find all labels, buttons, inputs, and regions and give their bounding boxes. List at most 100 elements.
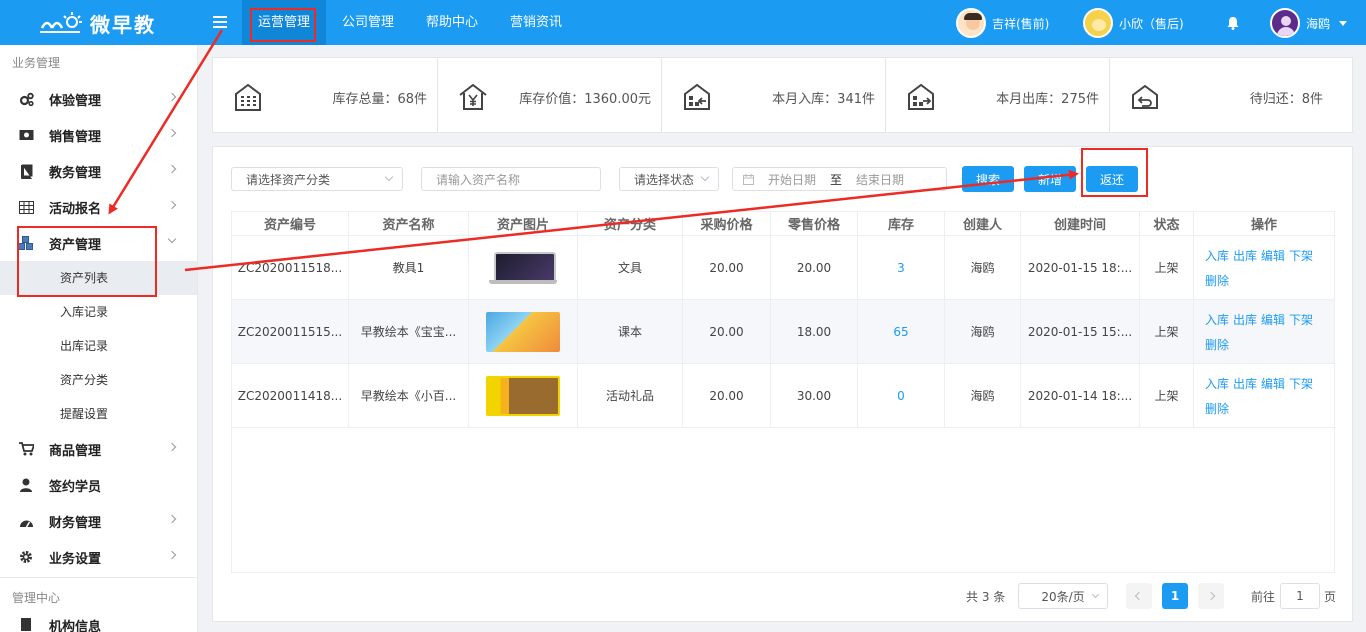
logo-icon [40,12,82,33]
chevron-right-icon [167,442,177,452]
stock-link[interactable]: 3 [858,236,945,299]
sidebar-subitem-asset-category[interactable]: 资产分类 [0,363,197,397]
stock-link[interactable]: 65 [858,300,945,363]
user-name: 海鸥 [1306,16,1331,31]
logo[interactable]: 微早教 [38,8,156,38]
avatar [1083,8,1113,38]
outbound-link[interactable]: 出库 [1233,247,1257,264]
top-nav: 运营管理 公司管理 帮助中心 营销资讯 [242,0,578,45]
sidebar-item-label: 教务管理 [49,165,102,181]
sidebar-item-label: 体验管理 [49,93,102,109]
sidebar-item-label: 资产管理 [49,237,102,253]
edit-link[interactable]: 编辑 [1261,375,1285,392]
yen-house-icon [459,83,487,110]
status: 上架 [1140,364,1194,427]
inbound-link[interactable]: 入库 [1205,247,1229,264]
sidebar-subitem-asset-list[interactable]: 资产列表 [0,261,197,295]
sidebar-item-label: 销售管理 [49,129,102,145]
category-select-value: 请选择资产分类 [246,172,331,187]
col-asset-code: 资产编号 [232,212,349,235]
aftersales-contact[interactable]: 小欣（售后) [1083,7,1184,39]
presales-contact[interactable]: 吉祥(售前) [956,7,1049,39]
page-1[interactable]: 1 [1162,583,1188,609]
nav-marketing-news[interactable]: 营销资讯 [494,0,578,45]
delete-link[interactable]: 删除 [1205,400,1229,417]
book-set-image[interactable] [486,311,560,352]
lion-book-image[interactable] [486,375,560,416]
sidebar: 业务管理 体验管理 销售管理 教务管理 活动报名 资产管理 资产列表 入库记录 … [0,45,198,632]
asset-image-cell [469,236,578,299]
delete-link[interactable]: 删除 [1205,272,1229,289]
created-time: 2020-01-15 15:... [1021,300,1140,363]
sidebar-item-finance[interactable]: 财务管理 [0,503,197,539]
stock-link[interactable]: 0 [858,364,945,427]
inbound-link[interactable]: 入库 [1205,311,1229,328]
chevron-right-icon [167,550,177,560]
stat-monthly-inbound: 本月入库：341件 [661,58,885,132]
unlist-link[interactable]: 下架 [1289,311,1313,328]
sidebar-item-trial[interactable]: 体验管理 [0,81,197,117]
stat-stock-value: 库存价值：1360.00元 [437,58,661,132]
next-page-button[interactable] [1198,583,1224,609]
table-header: 资产编号 资产名称 资产图片 资产分类 采购价格 零售价格 库存 创建人 创建时… [232,212,1334,236]
sidebar-subitem-reminder-settings[interactable]: 提醒设置 [0,397,197,431]
sidebar-subitem-inbound-records[interactable]: 入库记录 [0,295,197,329]
retail-price: 30.00 [771,364,858,427]
sidebar-item-settings[interactable]: 业务设置 [0,539,197,575]
sidebar-item-products[interactable]: 商品管理 [0,431,197,467]
creator: 海鸥 [945,300,1021,363]
outbound-link[interactable]: 出库 [1233,375,1257,392]
laptop-image[interactable] [486,247,560,288]
sidebar-subitem-outbound-records[interactable]: 出库记录 [0,329,197,363]
divider [0,577,197,578]
status: 上架 [1140,236,1194,299]
stat-stock-total-text: 库存总量：68件 [332,92,427,107]
menu-toggle-icon[interactable] [212,14,228,30]
date-range-picker[interactable]: 开始日期 至 结束日期 [732,167,947,191]
goto-page-input[interactable]: 1 [1280,583,1320,609]
table-row: ZC2020011518... 教具1 文具 20.00 20.00 3 海鸥 … [232,236,1334,300]
user-menu[interactable]: 海鸥 [1270,7,1348,39]
prev-page-button[interactable] [1126,583,1152,609]
sidebar-item-sales[interactable]: 销售管理 [0,117,197,153]
page-size-select[interactable]: 20条/页 [1018,583,1108,609]
caret-down-icon [1339,20,1348,26]
search-button[interactable]: 搜索 [962,166,1014,192]
category-select[interactable]: 请选择资产分类 [231,167,403,191]
gear-icon [18,549,34,565]
return-button[interactable]: 返还 [1086,166,1138,192]
actions-cell: 入库 出库 编辑 下架 删除 [1194,236,1334,299]
stat-monthly-outbound: 本月出库：275件 [885,58,1109,132]
status-select[interactable]: 请选择状态 [619,167,719,191]
sidebar-item-students[interactable]: 签约学员 [0,467,197,503]
col-retail-price: 零售价格 [771,212,858,235]
nav-ops-management[interactable]: 运营管理 [242,0,327,45]
add-button[interactable]: 新增 [1024,166,1076,192]
col-status: 状态 [1140,212,1194,235]
sidebar-item-organization[interactable]: 机构信息 [0,616,197,632]
sidebar-item-label: 活动报名 [49,201,102,217]
asset-category: 课本 [578,300,683,363]
nav-help-center[interactable]: 帮助中心 [410,0,494,45]
nav-company-management[interactable]: 公司管理 [326,0,410,45]
sidebar-item-assets[interactable]: 资产管理 [0,225,197,261]
stat-stock-value-text: 库存价值：1360.00元 [519,92,651,107]
asset-name-input[interactable]: 请输入资产名称 [421,167,601,191]
sidebar-item-label: 机构信息 [49,620,102,632]
inbound-link[interactable]: 入库 [1205,375,1229,392]
col-purchase-price: 采购价格 [683,212,771,235]
edit-link[interactable]: 编辑 [1261,311,1285,328]
sidebar-item-academic[interactable]: 教务管理 [0,153,197,189]
stat-stock-total: 库存总量：68件 [213,58,437,132]
bell-icon[interactable] [1226,16,1240,30]
outbound-link[interactable]: 出库 [1233,311,1257,328]
edit-link[interactable]: 编辑 [1261,247,1285,264]
sidebar-item-events[interactable]: 活动报名 [0,189,197,225]
retail-price: 18.00 [771,300,858,363]
delete-link[interactable]: 删除 [1205,336,1229,353]
actions-cell: 入库 出库 编辑 下架 删除 [1194,300,1334,363]
user-icon [18,477,34,493]
unlist-link[interactable]: 下架 [1289,375,1313,392]
goto-suffix: 页 [1324,590,1337,604]
unlist-link[interactable]: 下架 [1289,247,1313,264]
